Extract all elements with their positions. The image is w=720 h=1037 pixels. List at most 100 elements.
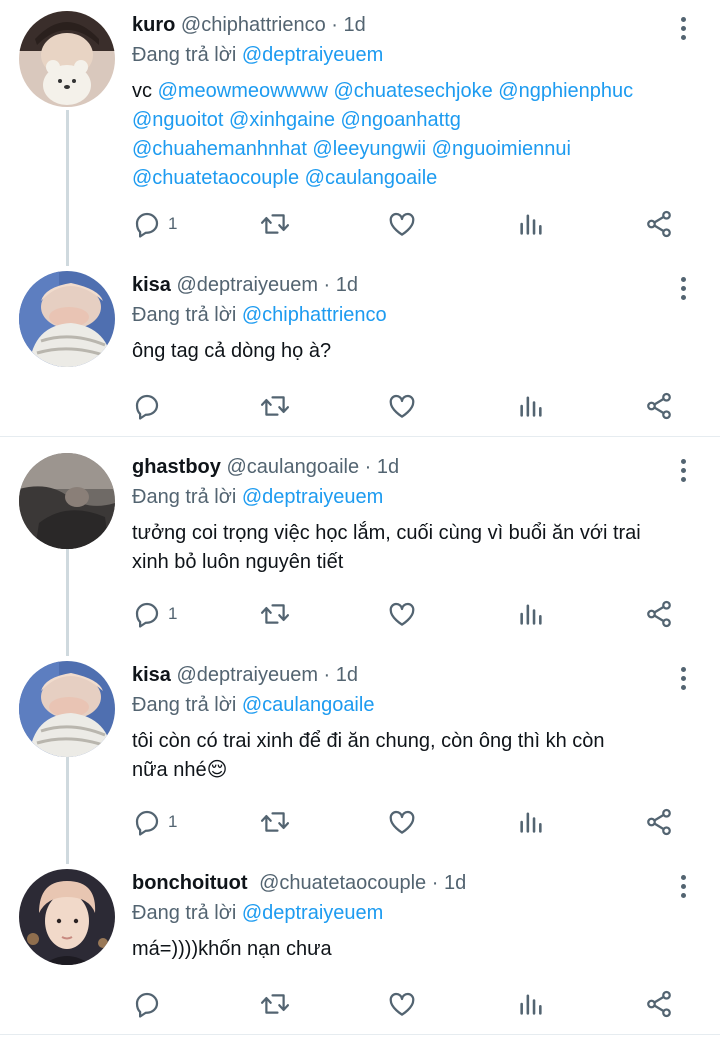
like-button[interactable]	[387, 388, 417, 424]
tweet-header: kisa @deptraiyeuem · 1d	[132, 662, 680, 688]
user-handle[interactable]: @chuatetaocouple	[259, 872, 426, 894]
like-button[interactable]	[387, 986, 417, 1022]
tweet-actions: 1	[132, 206, 692, 242]
display-name[interactable]: kisa	[132, 274, 171, 296]
user-handle[interactable]: @deptraiyeuem	[177, 664, 318, 686]
text-line: nữa nhé	[132, 759, 207, 781]
reply-button[interactable]	[132, 388, 168, 424]
tweet-text: má=))))khốn nạn chưa	[132, 938, 332, 960]
retweet-button[interactable]	[259, 804, 291, 840]
share-button[interactable]	[644, 206, 674, 242]
mention-line[interactable]: @meowmeowwww @chuatesechjoke @ngphienphu…	[158, 80, 634, 102]
replying-label: Đang trả lời	[132, 304, 242, 326]
retweet-icon	[260, 994, 290, 1014]
replying-to: Đang trả lời @caulangoaile	[132, 692, 680, 718]
analytics-button[interactable]	[517, 596, 545, 632]
mention-line[interactable]: @chuatetaocouple @caulangoaile	[132, 164, 680, 193]
display-name[interactable]: kisa	[132, 664, 171, 686]
replying-mention[interactable]: @deptraiyeuem	[242, 44, 383, 66]
share-button[interactable]	[644, 986, 674, 1022]
tweet-text: ông tag cả dòng họ à?	[132, 340, 332, 362]
replying-mention[interactable]: @deptraiyeuem	[242, 486, 383, 508]
share-button[interactable]	[644, 388, 674, 424]
text-prefix: vc	[132, 80, 158, 102]
replying-to: Đang trả lời @deptraiyeuem	[132, 900, 680, 926]
heart-icon	[389, 394, 415, 418]
dot-separator: ·	[426, 872, 444, 894]
avatar[interactable]	[19, 11, 115, 107]
retweet-icon	[260, 396, 290, 416]
display-name[interactable]: ghastboy	[132, 456, 221, 478]
analytics-icon	[520, 994, 542, 1015]
replying-label: Đang trả lời	[132, 694, 242, 716]
replying-label: Đang trả lời	[132, 486, 242, 508]
avatar[interactable]	[19, 453, 115, 549]
retweet-button[interactable]	[259, 986, 291, 1022]
analytics-button[interactable]	[517, 206, 545, 242]
retweet-icon	[260, 812, 290, 832]
reply-button[interactable]: 1	[132, 596, 177, 632]
mention-line[interactable]: @chuahemanhnhat @leeyungwii @nguoimiennu…	[132, 135, 680, 164]
more-icon[interactable]	[676, 456, 690, 484]
more-icon[interactable]	[676, 872, 690, 900]
avatar[interactable]	[19, 869, 115, 965]
tweet-kisa-reply[interactable]: kisa @deptraiyeuem · 1d Đang trả lời @ca…	[0, 650, 720, 858]
reply-icon	[135, 394, 159, 420]
tweet-kuro[interactable]: kuro @chiphattrienco · 1d Đang trả lời @…	[0, 0, 720, 260]
analytics-icon	[520, 214, 542, 235]
avatar[interactable]	[19, 271, 115, 367]
timestamp[interactable]: 1d	[336, 664, 358, 686]
retweet-icon	[260, 604, 290, 624]
retweet-icon	[260, 214, 290, 234]
replying-mention[interactable]: @chiphattrienco	[242, 304, 387, 326]
replying-mention[interactable]: @deptraiyeuem	[242, 902, 383, 924]
share-button[interactable]	[644, 804, 674, 840]
tweet-header: kisa @deptraiyeuem · 1d	[132, 272, 680, 298]
tweet-bonchoituot[interactable]: bonchoituot @chuatetaocouple · 1d Đang t…	[0, 858, 720, 1034]
like-button[interactable]	[387, 206, 417, 242]
reply-button[interactable]: 1	[132, 804, 177, 840]
timestamp[interactable]: 1d	[377, 456, 399, 478]
timestamp[interactable]: 1d	[344, 14, 366, 36]
share-icon	[647, 990, 671, 1018]
analytics-button[interactable]	[517, 388, 545, 424]
timestamp[interactable]: 1d	[444, 872, 466, 894]
replying-mention[interactable]: @caulangoaile	[242, 694, 375, 716]
user-handle[interactable]: @deptraiyeuem	[177, 274, 318, 296]
reply-button[interactable]: 1	[132, 206, 177, 242]
analytics-icon	[520, 604, 542, 625]
timestamp[interactable]: 1d	[336, 274, 358, 296]
reply-button[interactable]	[132, 986, 168, 1022]
more-icon[interactable]	[676, 14, 690, 42]
dot-separator: ·	[317, 274, 336, 296]
mention-line[interactable]: @nguoitot @xinhgaine @ngoanhattg	[132, 106, 680, 135]
replying-label: Đang trả lời	[132, 44, 242, 66]
relieved-face-emoji: 😌	[206, 759, 228, 781]
more-icon[interactable]	[676, 274, 690, 302]
display-name[interactable]: bonchoituot	[132, 872, 248, 894]
heart-icon	[389, 992, 415, 1016]
like-button[interactable]	[387, 804, 417, 840]
more-icon[interactable]	[676, 664, 690, 692]
dot-separator: ·	[359, 456, 377, 478]
thread-separator	[0, 436, 720, 437]
retweet-button[interactable]	[259, 206, 291, 242]
tweet-kisa[interactable]: kisa @deptraiyeuem · 1d Đang trả lời @ch…	[0, 260, 720, 436]
text-line: tưởng coi trọng việc học lắm, cuối cùng …	[132, 522, 641, 544]
display-name[interactable]: kuro	[132, 14, 175, 36]
user-handle[interactable]: @caulangoaile	[226, 456, 359, 478]
analytics-icon	[520, 396, 542, 417]
reply-count: 1	[168, 604, 178, 623]
tweet-text: vc @meowmeowwww @chuatesechjoke @ngphien…	[132, 77, 680, 193]
tweet-actions	[132, 388, 692, 424]
avatar[interactable]	[19, 661, 115, 757]
analytics-button[interactable]	[517, 986, 545, 1022]
retweet-button[interactable]	[259, 388, 291, 424]
like-button[interactable]	[387, 596, 417, 632]
share-button[interactable]	[644, 596, 674, 632]
retweet-button[interactable]	[259, 596, 291, 632]
tweet-ghastboy[interactable]: ghastboy @caulangoaile · 1d Đang trả lời…	[0, 442, 720, 650]
analytics-button[interactable]	[517, 804, 545, 840]
reply-icon	[135, 810, 159, 836]
user-handle[interactable]: @chiphattrienco	[181, 14, 326, 36]
